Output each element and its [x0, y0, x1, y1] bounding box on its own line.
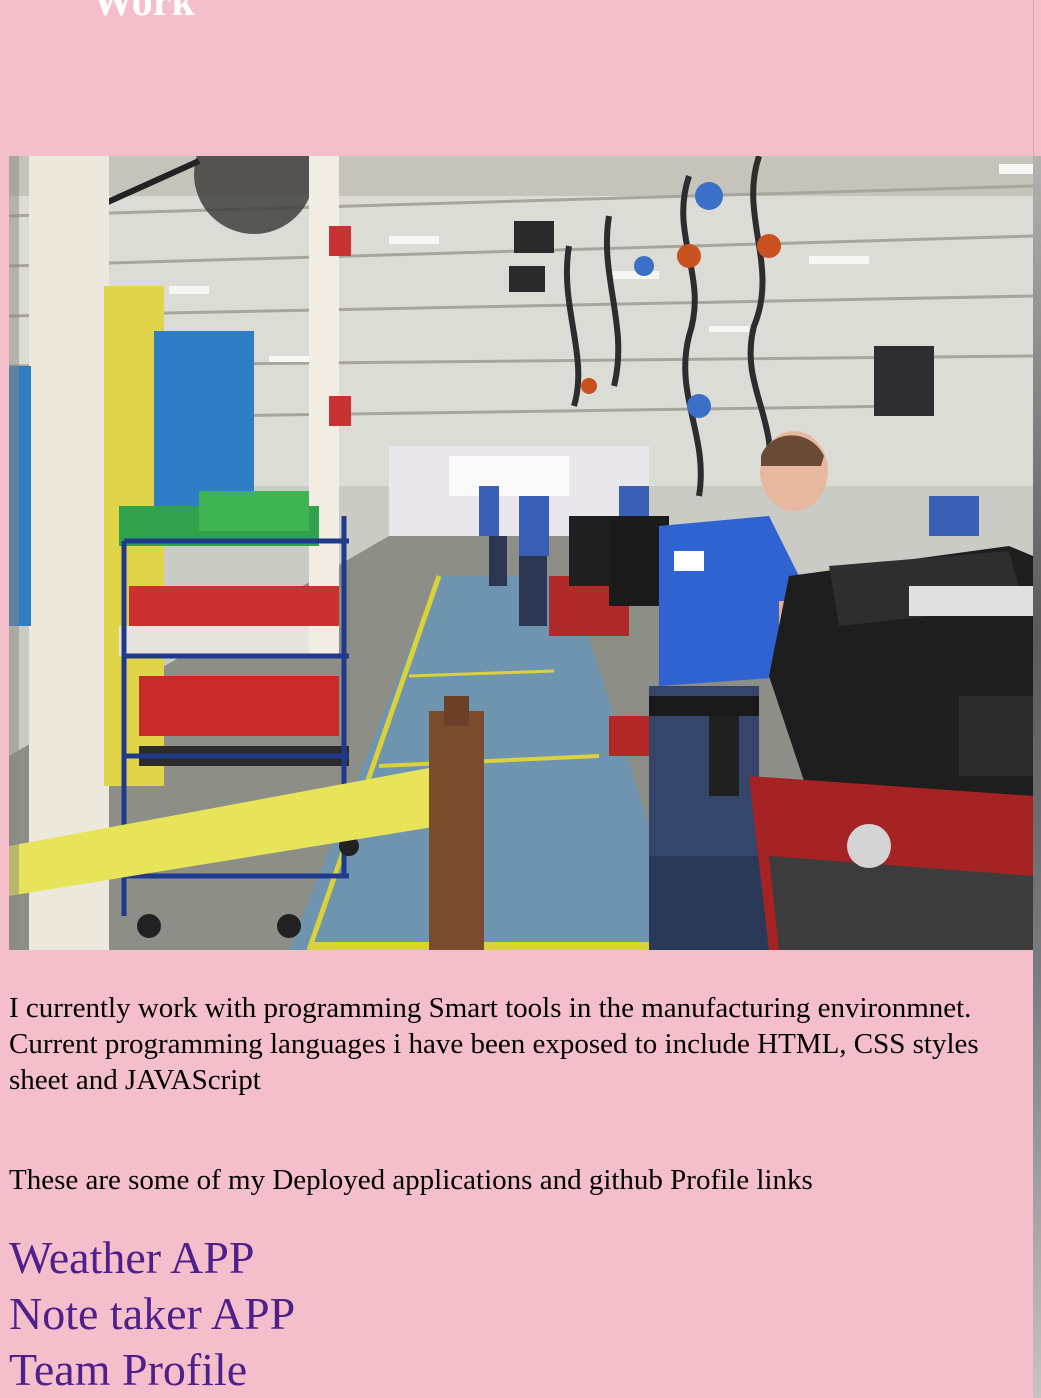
page-heading: Work — [92, 0, 195, 25]
weather-app-link[interactable]: Weather APP — [9, 1230, 295, 1286]
project-links-list: Weather APP Note taker APP Team Profile — [9, 1230, 295, 1398]
adjacent-window-edge-top — [1033, 0, 1041, 156]
adjacent-window-edge — [1033, 0, 1041, 1398]
page: Work I currently work with programming S… — [0, 0, 1041, 1398]
note-taker-app-link[interactable]: Note taker APP — [9, 1286, 295, 1342]
factory-image — [9, 156, 1033, 950]
list-item: Weather APP — [9, 1230, 295, 1286]
factory-photo-illustration — [9, 156, 1033, 950]
team-profile-link[interactable]: Team Profile — [9, 1342, 295, 1398]
links-intro: These are some of my Deployed applicatio… — [9, 1164, 813, 1196]
list-item: Note taker APP — [9, 1286, 295, 1342]
list-item: Team Profile — [9, 1342, 295, 1398]
work-description: I currently work with programming Smart … — [9, 992, 979, 1096]
